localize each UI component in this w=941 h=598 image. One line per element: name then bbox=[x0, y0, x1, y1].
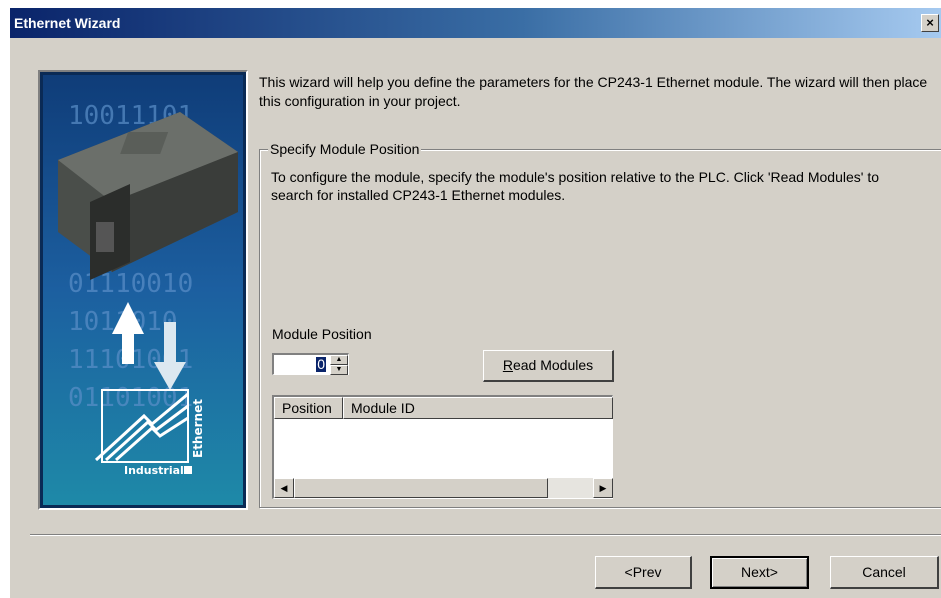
read-modules-label: ead Modules bbox=[512, 357, 594, 373]
scroll-left-icon[interactable]: ◀ bbox=[274, 478, 294, 498]
column-header-position[interactable]: Position bbox=[274, 397, 343, 419]
scroll-right-icon[interactable]: ▶ bbox=[593, 478, 613, 498]
ethernet-wizard-dialog: Ethernet Wizard × 10011101 01110010 1011… bbox=[10, 8, 941, 598]
binary-row-5: 01101001 bbox=[68, 383, 193, 413]
stepper-up-icon[interactable]: ▲ bbox=[330, 355, 348, 365]
group-title: Specify Module Position bbox=[268, 141, 422, 157]
prev-button[interactable]: <Prev bbox=[595, 556, 692, 589]
module-position-label: Module Position bbox=[272, 326, 372, 342]
cancel-button[interactable]: Cancel bbox=[830, 556, 939, 589]
close-button[interactable]: × bbox=[921, 14, 939, 32]
read-modules-button[interactable]: Read Modules bbox=[483, 350, 614, 382]
group-description: To configure the module, specify the mod… bbox=[271, 169, 880, 203]
title-bar[interactable]: Ethernet Wizard × bbox=[10, 8, 941, 38]
wizard-illustration: 10011101 01110010 1011010 11101001 01101… bbox=[38, 70, 248, 510]
stepper-buttons: ▲ ▼ bbox=[330, 355, 348, 375]
scroll-thumb[interactable] bbox=[294, 478, 548, 498]
read-modules-mnemonic: R bbox=[502, 357, 513, 373]
logo-industrial-text: Industrial bbox=[124, 464, 184, 477]
binary-row-2: 01110010 bbox=[68, 269, 193, 299]
wizard-intro-text: This wizard will help you define the par… bbox=[259, 74, 928, 109]
modules-list[interactable]: Position Module ID ◀ ▶ bbox=[272, 395, 613, 499]
window-title: Ethernet Wizard bbox=[14, 15, 121, 31]
module-position-stepper[interactable]: 0 ▲ ▼ bbox=[272, 353, 349, 375]
module-position-value[interactable]: 0 bbox=[316, 357, 326, 372]
button-separator bbox=[30, 534, 941, 536]
next-button[interactable]: Next> bbox=[710, 556, 809, 589]
horizontal-scrollbar[interactable]: ◀ ▶ bbox=[274, 478, 613, 498]
specify-module-position-group: Specify Module Position To configure the… bbox=[259, 141, 941, 508]
close-icon: × bbox=[926, 15, 934, 30]
stepper-down-icon[interactable]: ▼ bbox=[330, 365, 348, 375]
logo-ethernet-text: Ethernet bbox=[191, 399, 205, 458]
column-header-module-id[interactable]: Module ID bbox=[343, 397, 613, 419]
